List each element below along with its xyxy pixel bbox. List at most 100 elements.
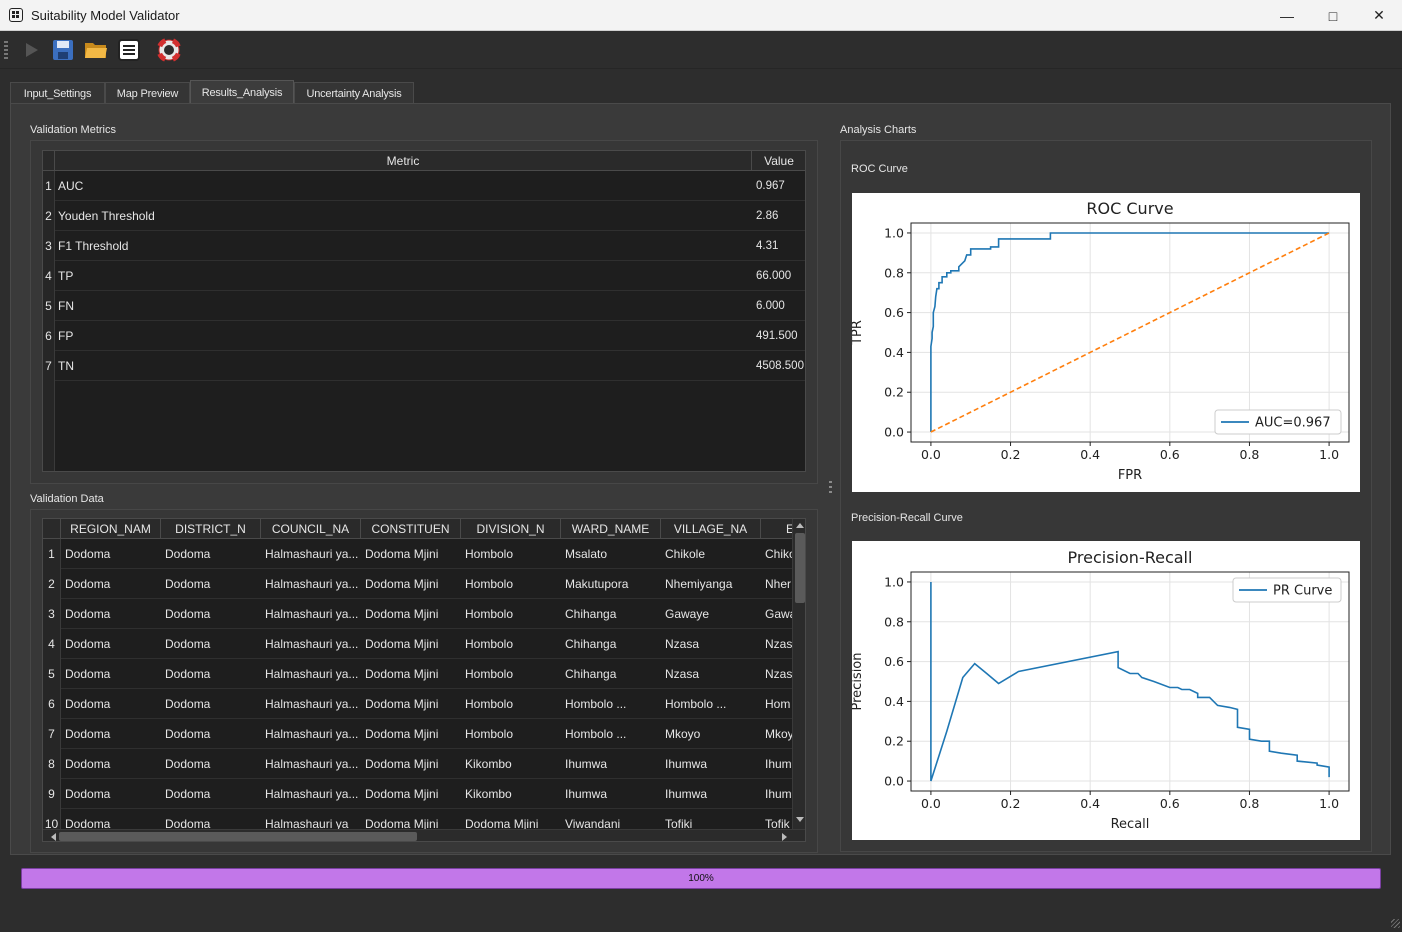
metric-name-cell[interactable]: Youden Threshold xyxy=(55,201,752,231)
column-header[interactable]: DISTRICT_N xyxy=(161,519,261,539)
metric-value-cell[interactable]: 4.31 xyxy=(752,231,805,261)
table-cell[interactable]: Dodoma xyxy=(161,569,261,599)
table-cell[interactable]: Kikombo xyxy=(461,749,561,779)
metric-value-cell[interactable]: 6.000 xyxy=(752,291,805,321)
table-row[interactable]: 1 Dodoma Dodoma Halmashauri ya... Dodoma Mji… xyxy=(43,539,805,569)
table-row[interactable]: 6 Dodoma Dodoma Halmashauri ya... Dodoma Mji… xyxy=(43,689,805,719)
maximize-button[interactable]: □ xyxy=(1310,0,1356,31)
metric-row[interactable]: 6 FP 491.500 xyxy=(43,321,805,351)
metric-name-cell[interactable]: TN xyxy=(55,351,752,381)
table-row[interactable]: 7 Dodoma Dodoma Halmashauri ya... Dodoma Mji… xyxy=(43,719,805,749)
horizontal-scroll-thumb[interactable] xyxy=(59,832,417,841)
table-cell[interactable]: Dodoma xyxy=(61,569,161,599)
table-cell[interactable]: Ihumwa xyxy=(561,779,661,809)
table-cell[interactable]: Hombolo ... xyxy=(661,689,761,719)
splitter-handle[interactable] xyxy=(829,481,832,495)
table-cell[interactable]: Nhemiyanga xyxy=(661,569,761,599)
metric-row[interactable]: 3 F1 Threshold 4.31 xyxy=(43,231,805,261)
table-cell[interactable]: Dodoma xyxy=(61,659,161,689)
column-header[interactable]: DIVISION_N xyxy=(461,519,561,539)
table-cell[interactable]: Dodoma Mjini xyxy=(361,599,461,629)
horizontal-scrollbar[interactable] xyxy=(43,829,805,841)
vertical-scrollbar[interactable] xyxy=(792,519,805,829)
table-cell[interactable]: Dodoma xyxy=(61,599,161,629)
metric-row[interactable]: 7 TN 4508.500 xyxy=(43,351,805,381)
resize-grip[interactable] xyxy=(1391,919,1400,928)
table-cell[interactable]: Hombolo ... xyxy=(561,719,661,749)
metric-row[interactable]: 4 TP 66.000 xyxy=(43,261,805,291)
table-cell[interactable]: Hombolo ... xyxy=(561,689,661,719)
log-icon[interactable] xyxy=(117,38,141,62)
table-row[interactable]: 4 Dodoma Dodoma Halmashauri ya... Dodoma Mji… xyxy=(43,629,805,659)
table-cell[interactable]: Ihumwa xyxy=(661,749,761,779)
table-cell[interactable]: Halmashauri ya... xyxy=(261,569,361,599)
scroll-right-icon[interactable] xyxy=(782,833,787,841)
table-cell[interactable]: Dodoma Mjini xyxy=(361,659,461,689)
vertical-scroll-thumb[interactable] xyxy=(795,533,805,603)
table-cell[interactable]: Halmashauri ya... xyxy=(261,779,361,809)
table-cell[interactable]: Makutupora xyxy=(561,569,661,599)
table-cell[interactable]: Dodoma xyxy=(161,659,261,689)
table-cell[interactable]: Dodoma xyxy=(61,779,161,809)
tab-uncertainty-analysis[interactable]: Uncertainty Analysis xyxy=(294,82,414,104)
metric-value-cell[interactable]: 491.500 xyxy=(752,321,805,351)
table-cell[interactable]: Chihanga xyxy=(561,629,661,659)
metric-name-cell[interactable]: TP xyxy=(55,261,752,291)
table-cell[interactable]: Dodoma Mjini xyxy=(361,569,461,599)
table-cell[interactable]: Dodoma xyxy=(161,719,261,749)
table-cell[interactable]: Dodoma xyxy=(61,539,161,569)
column-header[interactable]: WARD_NAME xyxy=(561,519,661,539)
scroll-up-icon[interactable] xyxy=(796,523,804,528)
table-cell[interactable]: Halmashauri ya... xyxy=(261,629,361,659)
metric-name-cell[interactable]: AUC xyxy=(55,171,752,201)
table-cell[interactable]: Dodoma Mjini xyxy=(361,719,461,749)
metric-row[interactable]: 5 FN 6.000 xyxy=(43,291,805,321)
table-cell[interactable]: Hombolo xyxy=(461,689,561,719)
table-cell[interactable]: Mkoyo xyxy=(661,719,761,749)
table-cell[interactable]: Ihumwa xyxy=(561,749,661,779)
scroll-left-icon[interactable] xyxy=(51,833,56,841)
table-cell[interactable]: Dodoma xyxy=(61,689,161,719)
metric-value-cell[interactable]: 0.967 xyxy=(752,171,805,201)
validation-data-table[interactable]: REGION_NAM DISTRICT_N COUNCIL_NA CONSTITUEN… xyxy=(42,518,806,842)
play-icon[interactable] xyxy=(20,38,44,62)
table-cell[interactable]: Dodoma Mjini xyxy=(361,689,461,719)
save-icon[interactable] xyxy=(51,38,75,62)
metric-name-cell[interactable]: FP xyxy=(55,321,752,351)
metric-name-cell[interactable]: FN xyxy=(55,291,752,321)
metric-row[interactable]: 1 AUC 0.967 xyxy=(43,171,805,201)
column-header[interactable]: REGION_NAM xyxy=(61,519,161,539)
tab-map-preview[interactable]: Map Preview xyxy=(105,82,190,104)
table-cell[interactable]: Dodoma Mjini xyxy=(361,629,461,659)
table-row[interactable]: 5 Dodoma Dodoma Halmashauri ya... Dodoma Mji… xyxy=(43,659,805,689)
open-folder-icon[interactable] xyxy=(84,38,108,62)
table-cell[interactable]: Dodoma xyxy=(161,779,261,809)
table-cell[interactable]: Kikombo xyxy=(461,779,561,809)
table-cell[interactable]: Hombolo xyxy=(461,629,561,659)
minimize-button[interactable]: — xyxy=(1264,0,1310,31)
value-header[interactable]: Value xyxy=(752,151,805,171)
metrics-table[interactable]: Metric Value 1 AUC 0.967 2 Youden Threshold 2… xyxy=(42,150,806,472)
table-cell[interactable]: Nzasa xyxy=(661,659,761,689)
table-cell[interactable]: Nzasa xyxy=(661,629,761,659)
table-cell[interactable]: Ihumwa xyxy=(661,779,761,809)
scroll-down-icon[interactable] xyxy=(796,817,804,822)
table-cell[interactable]: Halmashauri ya... xyxy=(261,599,361,629)
column-header[interactable]: CONSTITUEN xyxy=(361,519,461,539)
table-cell[interactable]: Halmashauri ya... xyxy=(261,539,361,569)
table-row[interactable]: 3 Dodoma Dodoma Halmashauri ya... Dodoma Mji… xyxy=(43,599,805,629)
table-cell[interactable]: Halmashauri ya... xyxy=(261,749,361,779)
table-cell[interactable]: Hombolo xyxy=(461,599,561,629)
table-cell[interactable]: Hombolo xyxy=(461,539,561,569)
table-cell[interactable]: Hombolo xyxy=(461,719,561,749)
table-cell[interactable]: Dodoma xyxy=(161,749,261,779)
metric-name-cell[interactable]: F1 Threshold xyxy=(55,231,752,261)
metric-value-cell[interactable]: 4508.500 xyxy=(752,351,805,381)
table-cell[interactable]: Dodoma Mjini xyxy=(361,779,461,809)
table-row[interactable]: 2 Dodoma Dodoma Halmashauri ya... Dodoma Mji… xyxy=(43,569,805,599)
table-cell[interactable]: Chikole xyxy=(661,539,761,569)
table-row[interactable]: 9 Dodoma Dodoma Halmashauri ya... Dodoma Mji… xyxy=(43,779,805,809)
metric-value-cell[interactable]: 2.86 xyxy=(752,201,805,231)
table-cell[interactable]: Halmashauri ya... xyxy=(261,689,361,719)
table-cell[interactable]: Dodoma xyxy=(61,629,161,659)
